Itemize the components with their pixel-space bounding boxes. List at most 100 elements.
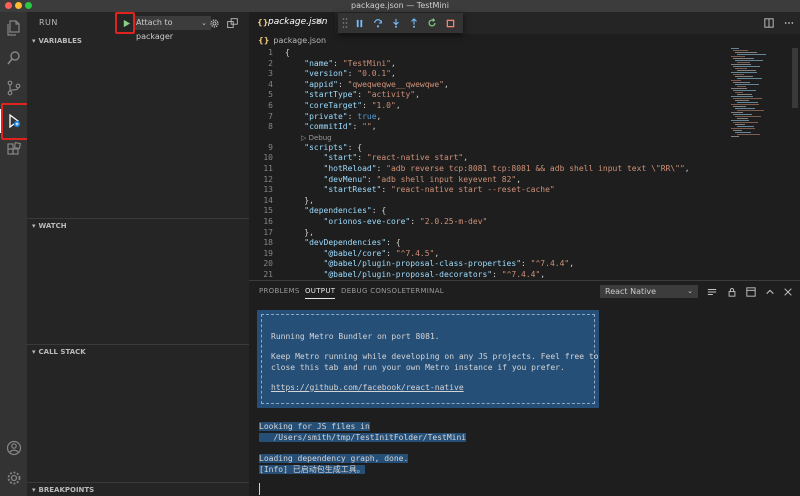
output-line: Keep Metro running while developing on a… [271,352,599,361]
minimap-line [731,120,749,121]
code-line: 16 "orionos-eve-core": "2.0.25-m-dev" [249,217,729,228]
line-content: "@babel/plugin-proposal-class-properties… [323,259,575,269]
code-line: 9 "scripts": { [249,143,729,154]
output-channel-select[interactable]: React Native ⌄ [600,285,698,298]
explorer-icon[interactable] [0,14,27,42]
output-line: close this tab and run your own Metro in… [271,363,565,372]
minimap-line [735,124,745,125]
launch-config-select[interactable]: Attach to packager ⌄ [133,16,211,41]
minimap-line [733,98,762,99]
run-header: RUN Attach to packager ⌄ [27,12,249,41]
pause-icon[interactable] [352,16,366,30]
line-content: "coreTarget": "1.0", [304,100,401,110]
restart-icon[interactable] [425,16,439,30]
open-launch-json-gear-icon[interactable] [207,16,221,30]
code-line: 18 "devDependencies": { [249,238,729,249]
minimap-line [731,128,755,129]
extensions-icon[interactable] [0,136,27,164]
tab-problems[interactable]: PROBLEMS [259,287,300,295]
code-line: 13 "startReset": "react-native start --r… [249,185,729,196]
line-number: 14 [263,195,273,205]
line-content: "private": true, [304,111,382,121]
tab-terminal[interactable]: TERMINAL [406,287,444,295]
minimap[interactable] [729,48,787,138]
source-control-icon[interactable] [0,74,27,102]
variables-section-header[interactable]: ▾ VARIABLES [27,34,249,48]
line-number: 3 [268,69,273,79]
minimap-line [731,88,747,89]
maximize-panel-icon[interactable] [764,285,776,298]
line-content: "hotReload": "adb reverse tcp:8081 tcp:8… [323,163,690,173]
breadcrumb-file[interactable]: package.json [273,36,326,45]
minimap-line [731,80,741,81]
breadcrumb[interactable]: {} package.json [249,34,800,48]
code-line: 7 "private": true, [249,112,729,123]
split-editor-icon[interactable] [762,16,776,30]
call-stack-section-header[interactable]: ▾ CALL STACK [27,344,249,358]
minimap-line [731,56,745,57]
code-line: 17 }, [249,228,729,239]
step-over-icon[interactable] [371,16,385,30]
open-output-in-editor-icon[interactable] [745,285,757,298]
search-icon[interactable] [0,44,27,72]
minimap-line [735,52,757,53]
line-content: "@babel/plugin-proposal-decorators": "^7… [323,269,546,279]
code-line: 11 "hotReload": "adb reverse tcp:8081 tc… [249,164,729,175]
line-content: "name": "TestMini", [304,58,396,68]
debug-console-icon[interactable] [225,16,239,30]
minimap-line [733,90,756,91]
line-content: }, [304,195,314,205]
watch-section-header[interactable]: ▾ WATCH [27,218,249,232]
step-into-icon[interactable] [389,16,403,30]
tab-output[interactable]: OUTPUT [305,287,336,299]
editor-tab-bar: {} package.json × [249,12,800,34]
tab-package-json[interactable]: {} package.json × [249,12,335,34]
chevron-down-icon: ⌄ [687,287,693,295]
editor-scroll-thumb[interactable] [792,48,798,108]
react-native-link[interactable]: https://github.com/facebook/react-native [271,383,464,393]
minimap-line [731,96,753,97]
code-line: 6 "coreTarget": "1.0", [249,101,729,112]
more-actions-icon[interactable] [782,16,796,30]
line-content: { [285,48,290,57]
line-number: 20 [263,259,273,269]
line-number: 19 [263,248,273,258]
minimap-line [737,54,766,55]
title-bar: package.json — TestMini [0,0,800,12]
line-content: "version": "0.0.1", [304,69,396,79]
line-number: 12 [263,174,273,184]
line-content: "@babel/core": "^7.4.5", [323,248,440,258]
code-editor[interactable]: 1{2 "name": "TestMini", 3 "version": "0.0… [249,48,729,280]
editor-scrollbar[interactable] [790,48,800,280]
drag-grip-icon[interactable] [342,17,348,29]
minimap-line [735,100,749,101]
minimap-line [735,60,763,61]
minimap-line [737,126,754,127]
output-line: /Users/smith/tmp/TestInitFolder/TestMini [259,433,467,442]
breakpoints-section-header[interactable]: ▾ BREAKPOINTS [27,482,249,496]
debug-codelens[interactable]: ▷ Debug [249,133,729,143]
text-cursor [259,483,260,495]
tab-debug-console[interactable]: DEBUG CONSOLE [341,287,406,295]
panel-tab-bar: PROBLEMS OUTPUT DEBUG CONSOLE TERMINAL R… [249,281,800,301]
play-button-highlight [115,12,135,34]
line-number: 11 [263,163,273,173]
line-number: 16 [263,216,273,226]
line-number: 7 [268,111,273,121]
settings-gear-icon[interactable] [0,464,27,492]
line-content: "devMenu": "adb shell input keyevent 82"… [323,174,522,184]
stop-icon[interactable] [443,16,457,30]
close-panel-icon[interactable] [782,285,794,298]
output-line: [Info] 已启动包生成工具。 [259,465,365,474]
close-tab-icon[interactable]: × [315,16,323,27]
minimap-line [733,58,754,59]
output-view[interactable]: Running Metro Bundler on port 8081. Keep… [249,301,800,496]
minimap-line [735,116,761,117]
line-number: 10 [263,153,273,163]
lock-scroll-icon[interactable] [726,285,738,298]
run-sidebar: RUN Attach to packager ⌄ ▾ VARIABLES ▾ WAT… [27,12,249,496]
account-icon[interactable] [0,434,27,462]
code-line: 15 "dependencies": { [249,206,729,217]
clear-output-icon[interactable] [706,285,718,298]
step-out-icon[interactable] [407,16,421,30]
